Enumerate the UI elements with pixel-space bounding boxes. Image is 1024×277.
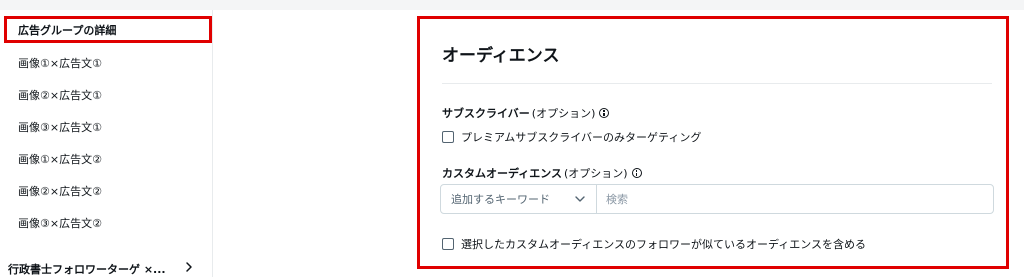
subscriber-label-text: サブスクライバー bbox=[442, 107, 530, 120]
panel-title: オーディエンス bbox=[442, 46, 560, 66]
premium-subscriber-checkbox[interactable] bbox=[442, 131, 454, 143]
sidebar-item-ad-4[interactable]: 画像①×広告文② bbox=[18, 151, 102, 167]
sidebar-item-ad-2[interactable]: 画像②×広告文① bbox=[18, 87, 102, 103]
keyword-type-select[interactable]: 追加するキーワード bbox=[441, 185, 597, 213]
info-icon[interactable] bbox=[631, 168, 642, 178]
premium-subscriber-label: プレミアムサブスクライバーのみターゲティング bbox=[461, 131, 702, 144]
premium-subscriber-option[interactable]: プレミアムサブスクライバーのみターゲティング bbox=[442, 129, 701, 145]
sidebar-campaign-item[interactable]: 行政書士フォロワーターゲ ×... bbox=[8, 261, 166, 277]
chevron-right-icon[interactable] bbox=[182, 260, 196, 274]
sidebar-item-ad-3[interactable]: 画像③×広告文① bbox=[18, 119, 102, 135]
sidebar-item-ad-1[interactable]: 画像①×広告文① bbox=[18, 55, 102, 71]
sidebar-item-ad-5[interactable]: 画像②×広告文② bbox=[18, 183, 102, 199]
sidebar-nav: 広告グループの詳細 画像①×広告文① 画像②×広告文① 画像③×広告文① 画像①… bbox=[0, 10, 213, 277]
subscriber-label: サブスクライバー (オプション) bbox=[442, 105, 610, 121]
subscriber-optional-text: (オプション) bbox=[531, 107, 596, 120]
lookalike-follower-checkbox[interactable] bbox=[442, 238, 454, 250]
sidebar-item-ad-6[interactable]: 画像③×広告文② bbox=[18, 215, 102, 231]
chevron-down-icon bbox=[575, 196, 585, 202]
keyword-type-value: 追加するキーワード bbox=[451, 193, 550, 206]
lookalike-follower-label: 選択したカスタムオーディエンスのフォロワーが似ているオーディエンスを含める bbox=[461, 238, 867, 251]
custom-audience-label-text: カスタムオーディエンス bbox=[442, 167, 563, 180]
custom-audience-optional-text: (オプション) bbox=[564, 167, 628, 180]
info-icon[interactable] bbox=[599, 108, 610, 118]
custom-audience-label: カスタムオーディエンス (オプション) bbox=[442, 165, 642, 181]
search-input[interactable]: 検索 bbox=[597, 185, 993, 213]
title-divider bbox=[442, 83, 992, 84]
custom-audience-field: 追加するキーワード 検索 bbox=[440, 184, 994, 214]
lookalike-follower-option[interactable]: 選択したカスタムオーディエンスのフォロワーが似ているオーディエンスを含める bbox=[442, 236, 866, 252]
top-bar bbox=[0, 0, 1024, 10]
audience-panel: オーディエンス サブスクライバー (オプション) プレミアムサブスクライバーのみ… bbox=[417, 16, 1009, 269]
sidebar-item-ad-group-details[interactable]: 広告グループの詳細 bbox=[18, 22, 116, 38]
